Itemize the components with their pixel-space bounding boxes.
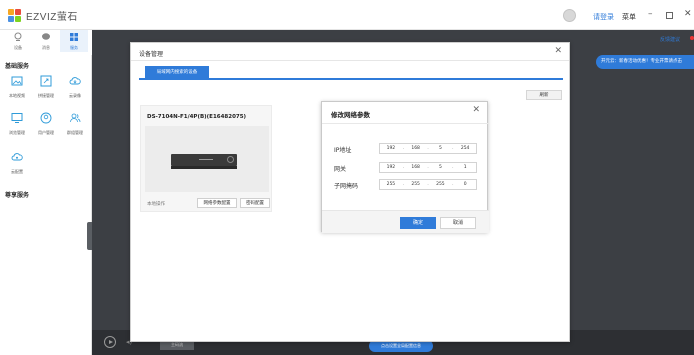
title-bar: EZVIZ萤石 请登录 菜单 – ✕ bbox=[0, 0, 694, 30]
gateway-row: 网关 192. 168. 5. 1 bbox=[334, 162, 484, 174]
apps-icon bbox=[70, 33, 78, 41]
nav-services[interactable]: 服务 bbox=[60, 30, 88, 52]
nav-messages[interactable]: 消息 bbox=[32, 30, 60, 52]
mask-octet-4[interactable]: 0 bbox=[454, 180, 476, 189]
service-browse[interactable]: 浏览管理 bbox=[2, 112, 32, 136]
mask-octet-1[interactable]: 255 bbox=[380, 180, 402, 189]
close-icon[interactable]: ✕ bbox=[684, 9, 692, 19]
maximize-icon[interactable] bbox=[666, 12, 673, 19]
service-label: 云录像 bbox=[69, 93, 81, 98]
gateway-octet-1[interactable]: 192 bbox=[380, 163, 402, 172]
mask-label: 子网掩码 bbox=[334, 183, 359, 190]
login-link[interactable]: 请登录 bbox=[593, 12, 614, 22]
service-splice[interactable]: 拼接管理 bbox=[31, 75, 61, 99]
service-label: 群组管理 bbox=[67, 130, 83, 135]
basic-services-title: 基础服务 bbox=[5, 63, 30, 70]
avatar[interactable] bbox=[563, 9, 576, 22]
feedback-link[interactable]: 反馈建议 bbox=[660, 36, 680, 43]
nav-devices[interactable]: 设备 bbox=[4, 30, 32, 52]
expand-icon bbox=[40, 75, 52, 87]
close-icon[interactable]: ✕ bbox=[554, 46, 562, 56]
logo-text: EZVIZ萤石 bbox=[26, 12, 78, 23]
cloud-icon bbox=[69, 77, 81, 85]
ip-octet-4[interactable]: 254 bbox=[454, 144, 476, 153]
password-config-button[interactable]: 密码配置 bbox=[240, 198, 270, 208]
ip-label: IP地址 bbox=[334, 147, 352, 154]
nvr-device-icon bbox=[171, 154, 237, 169]
service-label: 本地视频 bbox=[9, 93, 25, 98]
nav-label: 设备 bbox=[14, 45, 22, 50]
mask-row: 子网掩码 255. 255. 255. 0 bbox=[334, 179, 484, 191]
network-dialog-footer: 确定 取消 bbox=[322, 210, 489, 233]
camera-icon bbox=[14, 32, 22, 41]
gateway-octet-4[interactable]: 1 bbox=[454, 163, 476, 172]
divider bbox=[322, 123, 489, 124]
message-icon bbox=[42, 33, 50, 40]
close-icon[interactable]: ✕ bbox=[472, 105, 480, 115]
service-label: 云配置 bbox=[11, 169, 23, 174]
tab-lan-devices[interactable]: 局域网内搜索的设备 bbox=[145, 66, 209, 79]
play-icon[interactable] bbox=[104, 336, 116, 348]
network-params-dialog: 修改网络参数 ✕ IP地址 192. 168. 5. 254 网关 192. 1… bbox=[321, 101, 489, 233]
network-dialog-title: 修改网络参数 bbox=[331, 111, 370, 119]
refresh-button[interactable]: 刷新 bbox=[526, 90, 562, 100]
service-cloud-config[interactable]: 云配置 bbox=[2, 151, 32, 175]
sidebar: 基础服务 本地视频 拼接管理 云录像 浏览管理 用户管理 群组管理 云配置 尊享… bbox=[0, 55, 93, 355]
logo: EZVIZ萤石 bbox=[8, 8, 78, 23]
cloud-config-icon bbox=[11, 153, 23, 161]
service-label: 拼接管理 bbox=[38, 93, 54, 98]
ip-row: IP地址 192. 168. 5. 254 bbox=[334, 143, 484, 155]
mask-octet-3[interactable]: 255 bbox=[430, 180, 452, 189]
service-label: 用户管理 bbox=[38, 130, 54, 135]
group-icon bbox=[70, 113, 81, 123]
cancel-button[interactable]: 取消 bbox=[440, 217, 476, 229]
ip-octet-1[interactable]: 192 bbox=[380, 144, 402, 153]
minimize-icon[interactable]: – bbox=[648, 9, 653, 19]
app-window: EZVIZ萤石 请登录 菜单 – ✕ 设备 消息 服务 基础服务 本地视频 拼接… bbox=[0, 0, 694, 355]
gateway-field[interactable]: 192. 168. 5. 1 bbox=[379, 162, 477, 173]
mask-octet-2[interactable]: 255 bbox=[405, 180, 427, 189]
monitor-icon bbox=[11, 113, 23, 123]
service-groups[interactable]: 群组管理 bbox=[60, 112, 90, 136]
service-local-video[interactable]: 本地视频 bbox=[2, 75, 32, 99]
ip-address-field[interactable]: 192. 168. 5. 254 bbox=[379, 143, 477, 154]
notification-dot bbox=[690, 36, 694, 40]
service-label: 浏览管理 bbox=[9, 130, 25, 135]
device-card: DS-7104N-F1/4P(B)(E16482075) 本地操作 网络参数配置… bbox=[140, 105, 272, 212]
dialog-header: 设备管理 ✕ bbox=[131, 43, 569, 61]
gateway-octet-2[interactable]: 168 bbox=[405, 163, 427, 172]
device-name: DS-7104N-F1/4P(B)(E16482075) bbox=[147, 114, 247, 120]
logo-icon bbox=[8, 8, 22, 23]
menu-button[interactable]: 菜单 bbox=[622, 12, 636, 22]
user-icon bbox=[40, 112, 52, 124]
ip-octet-3[interactable]: 5 bbox=[430, 144, 452, 153]
nav-label: 消息 bbox=[42, 45, 50, 50]
gateway-label: 网关 bbox=[334, 166, 347, 173]
local-operation-label: 本地操作 bbox=[147, 202, 165, 207]
nav-label: 服务 bbox=[70, 45, 78, 50]
network-config-button[interactable]: 网络参数配置 bbox=[197, 198, 237, 208]
service-cloud-video[interactable]: 云录像 bbox=[60, 75, 90, 99]
premium-services-title: 尊享服务 bbox=[5, 192, 30, 199]
dialog-title: 设备管理 bbox=[139, 51, 164, 58]
subnet-mask-field[interactable]: 255. 255. 255. 0 bbox=[379, 179, 477, 190]
confirm-button[interactable]: 确定 bbox=[400, 217, 436, 229]
dialog-tabs: 局域网内搜索的设备 bbox=[139, 66, 563, 80]
ip-octet-2[interactable]: 168 bbox=[405, 144, 427, 153]
promo-banner[interactable]: 开元云：新春活动优惠！专业开票请点击 bbox=[596, 55, 694, 69]
top-nav: 设备 消息 服务 bbox=[0, 30, 92, 55]
service-users[interactable]: 用户管理 bbox=[31, 112, 61, 136]
gateway-octet-3[interactable]: 5 bbox=[430, 163, 452, 172]
device-image bbox=[145, 126, 269, 192]
image-icon bbox=[11, 76, 23, 86]
